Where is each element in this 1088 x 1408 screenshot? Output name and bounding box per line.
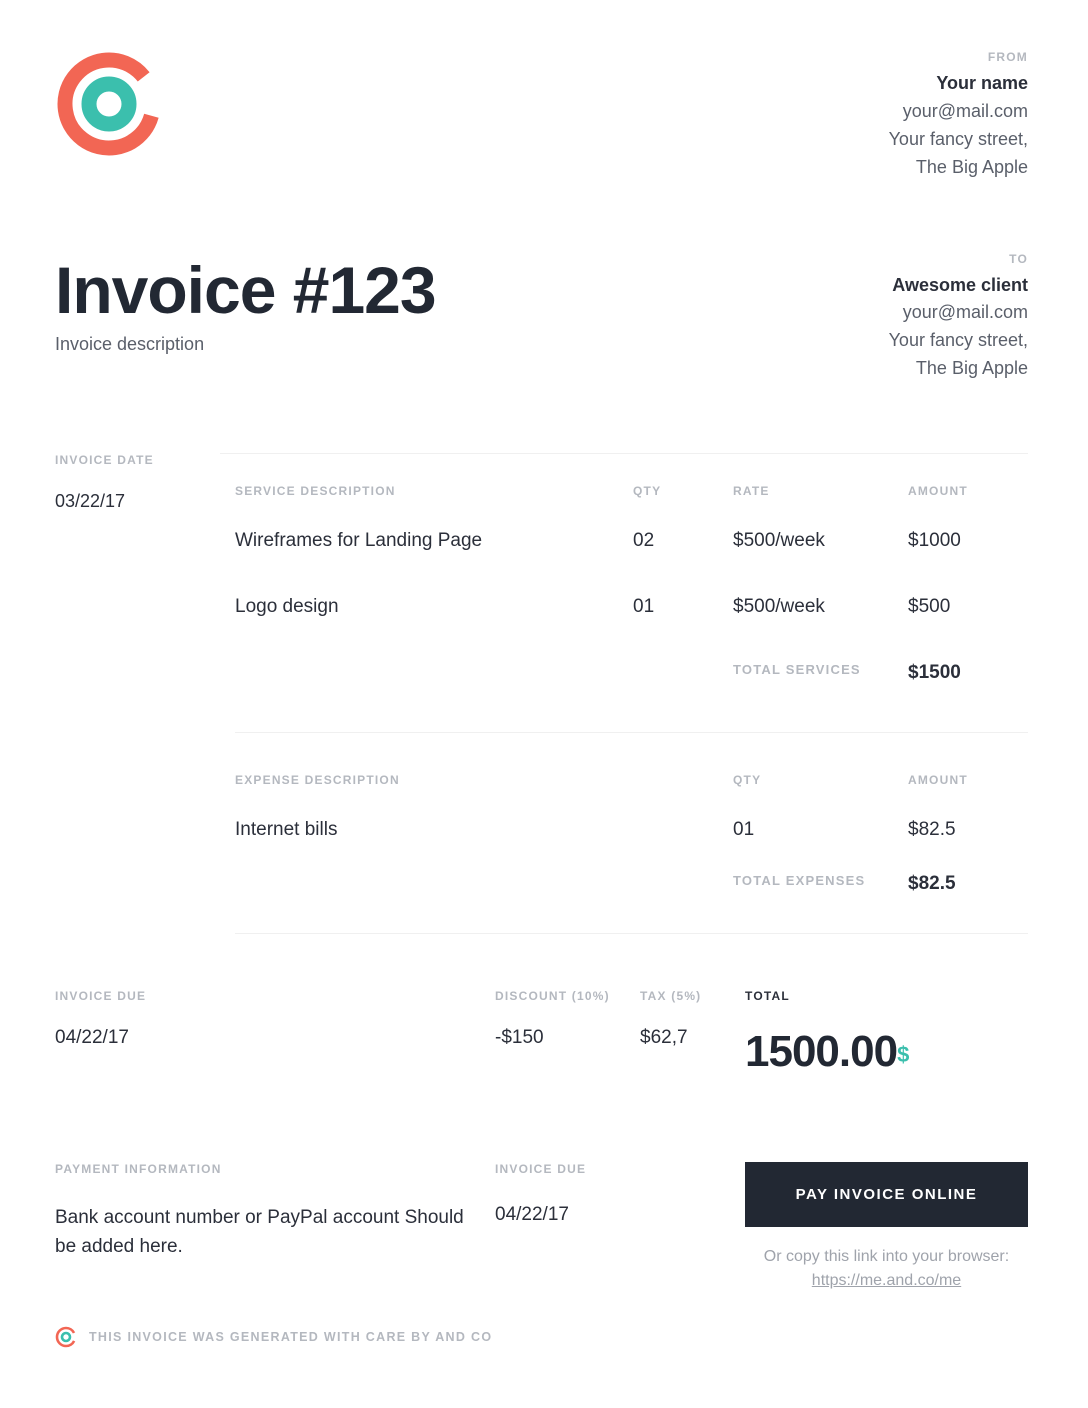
services-header-desc: SERVICE DESCRIPTION [235, 484, 633, 498]
service-qty: 02 [633, 530, 733, 552]
service-rate: $500/week [733, 596, 908, 618]
services-table: SERVICE DESCRIPTION QTY RATE AMOUNT Wire… [235, 484, 1028, 684]
from-city: The Big Apple [889, 154, 1028, 182]
services-total-label: TOTAL SERVICES [733, 662, 908, 684]
expense-amount: $82.5 [908, 819, 1028, 841]
service-rate: $500/week [733, 530, 908, 552]
service-amount: $500 [908, 596, 1028, 618]
to-street: Your fancy street, [889, 327, 1028, 355]
expense-desc: Internet bills [235, 819, 733, 841]
total-currency: $ [897, 1042, 909, 1067]
expense-row: Internet bills 01 $82.5 [235, 819, 1028, 841]
discount-label: DISCOUNT (10%) [495, 989, 640, 1003]
expenses-header-desc: EXPENSE DESCRIPTION [235, 773, 733, 787]
service-row: Logo design 01 $500/week $500 [235, 596, 1028, 618]
to-email: your@mail.com [889, 299, 1028, 327]
expenses-total-label: TOTAL EXPENSES [733, 873, 908, 895]
invoice-description: Invoice description [55, 334, 436, 355]
summary-due-label: INVOICE DUE [55, 989, 495, 1003]
to-city: The Big Apple [889, 355, 1028, 383]
service-desc: Logo design [235, 596, 633, 618]
copy-link-text: Or copy this link into your browser: htt… [745, 1245, 1028, 1293]
summary-due: 04/22/17 [55, 1027, 495, 1049]
from-label: FROM [889, 50, 1028, 64]
service-row: Wireframes for Landing Page 02 $500/week… [235, 530, 1028, 552]
total-label: TOTAL [745, 989, 909, 1003]
payment-info-text: Bank account number or PayPal account Sh… [55, 1204, 465, 1261]
logo [55, 50, 163, 163]
service-qty: 01 [633, 596, 733, 618]
service-amount: $1000 [908, 530, 1028, 552]
expenses-table: EXPENSE DESCRIPTION QTY AMOUNT Internet … [235, 773, 1028, 895]
discount-value: -$150 [495, 1027, 640, 1049]
pay-invoice-button[interactable]: PAY INVOICE ONLINE [745, 1162, 1028, 1227]
footer-logo-icon [55, 1326, 77, 1348]
footer-text: THIS INVOICE WAS GENERATED WITH CARE BY … [89, 1330, 492, 1344]
expenses-header-amount: AMOUNT [908, 773, 1028, 787]
services-total: $1500 [908, 662, 1028, 684]
expense-qty: 01 [733, 819, 908, 841]
tax-value: $62,7 [640, 1027, 745, 1049]
payment-due-label: INVOICE DUE [495, 1162, 745, 1176]
from-name: Your name [889, 70, 1028, 98]
from-street: Your fancy street, [889, 126, 1028, 154]
payment-info-label: PAYMENT INFORMATION [55, 1162, 465, 1176]
expenses-header-qty: QTY [733, 773, 908, 787]
copy-link[interactable]: https://me.and.co/me [812, 1272, 961, 1289]
to-label: TO [889, 252, 1028, 266]
services-header-qty: QTY [633, 484, 733, 498]
total-value: 1500.00 [745, 1027, 897, 1076]
invoice-title: Invoice #123 [55, 252, 436, 328]
services-header-rate: RATE [733, 484, 908, 498]
invoice-title-block: Invoice #123 Invoice description [55, 252, 436, 355]
copy-link-prefix: Or copy this link into your browser: [764, 1248, 1009, 1265]
invoice-date: 03/22/17 [55, 491, 220, 512]
from-email: your@mail.com [889, 98, 1028, 126]
from-block: FROM Your name your@mail.com Your fancy … [889, 50, 1028, 182]
services-header-amount: AMOUNT [908, 484, 1028, 498]
payment-due: 04/22/17 [495, 1204, 745, 1226]
invoice-date-label: INVOICE DATE [55, 453, 220, 467]
to-block: TO Awesome client your@mail.com Your fan… [889, 252, 1028, 384]
to-name: Awesome client [889, 272, 1028, 300]
expenses-total: $82.5 [908, 873, 1028, 895]
service-desc: Wireframes for Landing Page [235, 530, 633, 552]
tax-label: TAX (5%) [640, 989, 745, 1003]
